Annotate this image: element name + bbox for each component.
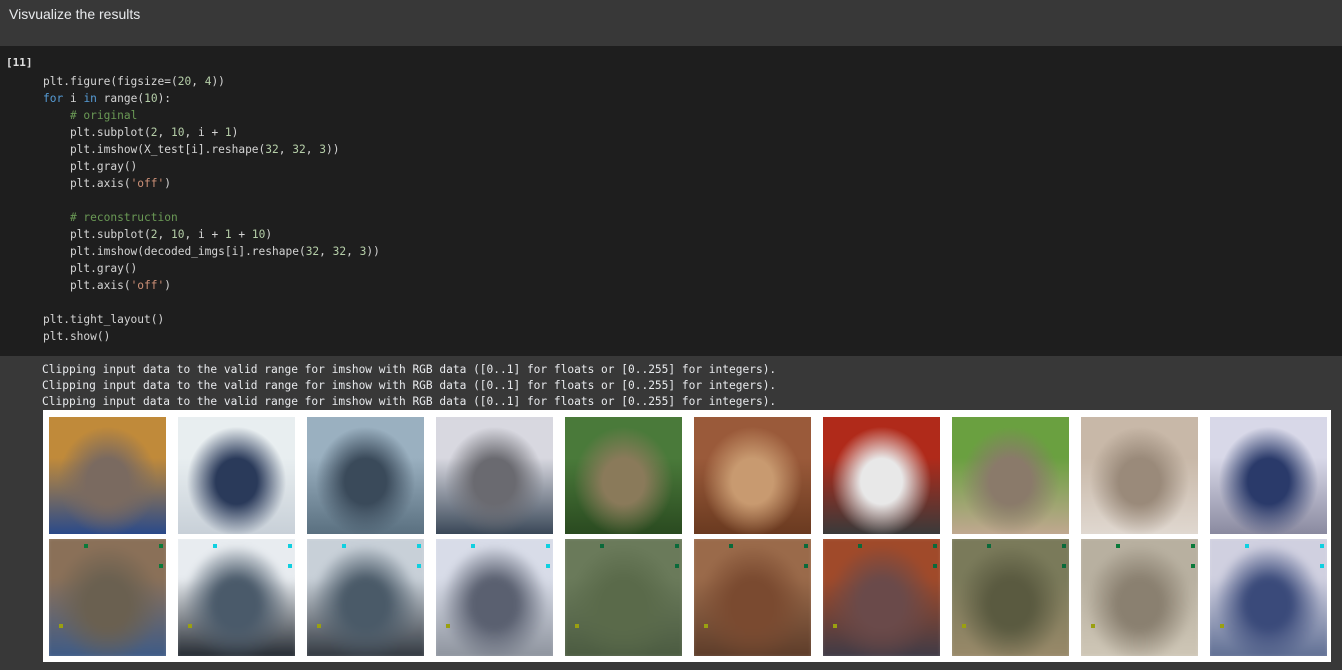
execution-count: [11] [6, 56, 33, 69]
reconstructed-image [178, 539, 295, 656]
artifact-pixel [1091, 624, 1095, 628]
artifact-pixel [704, 624, 708, 628]
reconstructed-image [952, 539, 1069, 656]
artifact-pixel [987, 544, 991, 548]
stderr-line: Clipping input data to the valid range f… [42, 379, 777, 392]
code-line: plt.imshow(X_test[i].reshape(32, 32, 3)) [43, 143, 340, 156]
code-line: # reconstruction [69, 211, 178, 224]
artifact-pixel [1116, 544, 1120, 548]
artifact-pixel [600, 544, 604, 548]
artifact-pixel [804, 564, 808, 568]
code-line: plt.tight_layout() [43, 313, 165, 326]
code-line: for i in range(10): [43, 92, 172, 105]
artifact-pixel [729, 544, 733, 548]
artifact-pixel [159, 544, 163, 548]
code-line: plt.subplot(2, 10, i + 1) [43, 126, 239, 139]
code-line: plt.imshow(decoded_imgs[i].reshape(32, 3… [43, 245, 380, 258]
artifact-pixel [1191, 564, 1195, 568]
artifact-pixel [471, 544, 475, 548]
code-line: plt.subplot(2, 10, i + 1 + 10) [43, 228, 273, 241]
artifact-pixel [213, 544, 217, 548]
original-image [823, 417, 940, 534]
artifact-pixel [1320, 564, 1324, 568]
code-line: plt.gray() [43, 262, 138, 275]
artifact-pixel [417, 544, 421, 548]
markdown-cell[interactable]: Visvualize the results [0, 0, 1342, 46]
original-image [694, 417, 811, 534]
stderr-line: Clipping input data to the valid range f… [42, 363, 777, 376]
artifact-pixel [933, 544, 937, 548]
original-image [952, 417, 1069, 534]
artifact-pixel [59, 624, 63, 628]
code-line: # original [69, 109, 138, 122]
artifact-pixel [188, 624, 192, 628]
artifact-pixel [342, 544, 346, 548]
artifact-pixel [1320, 544, 1324, 548]
code-cell[interactable]: [11] plt.figure(figsize=(20, 4)) for i i… [0, 46, 1342, 356]
original-image [307, 417, 424, 534]
reconstructed-image [49, 539, 166, 656]
reconstructed-image [1081, 539, 1198, 656]
artifact-pixel [1220, 624, 1224, 628]
reconstructed-image [1210, 539, 1327, 656]
artifact-pixel [675, 544, 679, 548]
artifact-pixel [675, 564, 679, 568]
reconstructed-image [436, 539, 553, 656]
reconstructed-image [823, 539, 940, 656]
artifact-pixel [288, 564, 292, 568]
artifact-pixel [288, 544, 292, 548]
artifact-pixel [1191, 544, 1195, 548]
code-line: plt.gray() [43, 160, 138, 173]
reconstructed-image [307, 539, 424, 656]
artifact-pixel [833, 624, 837, 628]
artifact-pixel [1062, 564, 1066, 568]
code-line: plt.axis('off') [43, 279, 171, 292]
stderr-output: Clipping input data to the valid range f… [42, 362, 776, 410]
artifact-pixel [84, 544, 88, 548]
artifact-pixel [417, 564, 421, 568]
artifact-pixel [804, 544, 808, 548]
original-image [436, 417, 553, 534]
code-line: plt.figure(figsize=(20, 4)) [43, 75, 225, 88]
artifact-pixel [575, 624, 579, 628]
artifact-pixel [962, 624, 966, 628]
markdown-heading: Visvualize the results [9, 6, 141, 22]
artifact-pixel [858, 544, 862, 548]
artifact-pixel [1245, 544, 1249, 548]
original-image [1210, 417, 1327, 534]
artifact-pixel [1062, 544, 1066, 548]
reconstructed-image [694, 539, 811, 656]
artifact-pixel [159, 564, 163, 568]
cell-output: Clipping input data to the valid range f… [0, 356, 1342, 670]
original-image [178, 417, 295, 534]
artifact-pixel [546, 564, 550, 568]
code-editor[interactable]: plt.figure(figsize=(20, 4)) for i in ran… [43, 73, 380, 345]
stderr-line: Clipping input data to the valid range f… [42, 395, 777, 408]
original-image [565, 417, 682, 534]
artifact-pixel [317, 624, 321, 628]
code-line: plt.show() [43, 330, 111, 343]
original-image [1081, 417, 1198, 534]
original-image [49, 417, 166, 534]
reconstructed-image [565, 539, 682, 656]
output-figure [43, 410, 1331, 662]
code-line: plt.axis('off') [43, 177, 171, 190]
artifact-pixel [933, 564, 937, 568]
artifact-pixel [546, 544, 550, 548]
artifact-pixel [446, 624, 450, 628]
